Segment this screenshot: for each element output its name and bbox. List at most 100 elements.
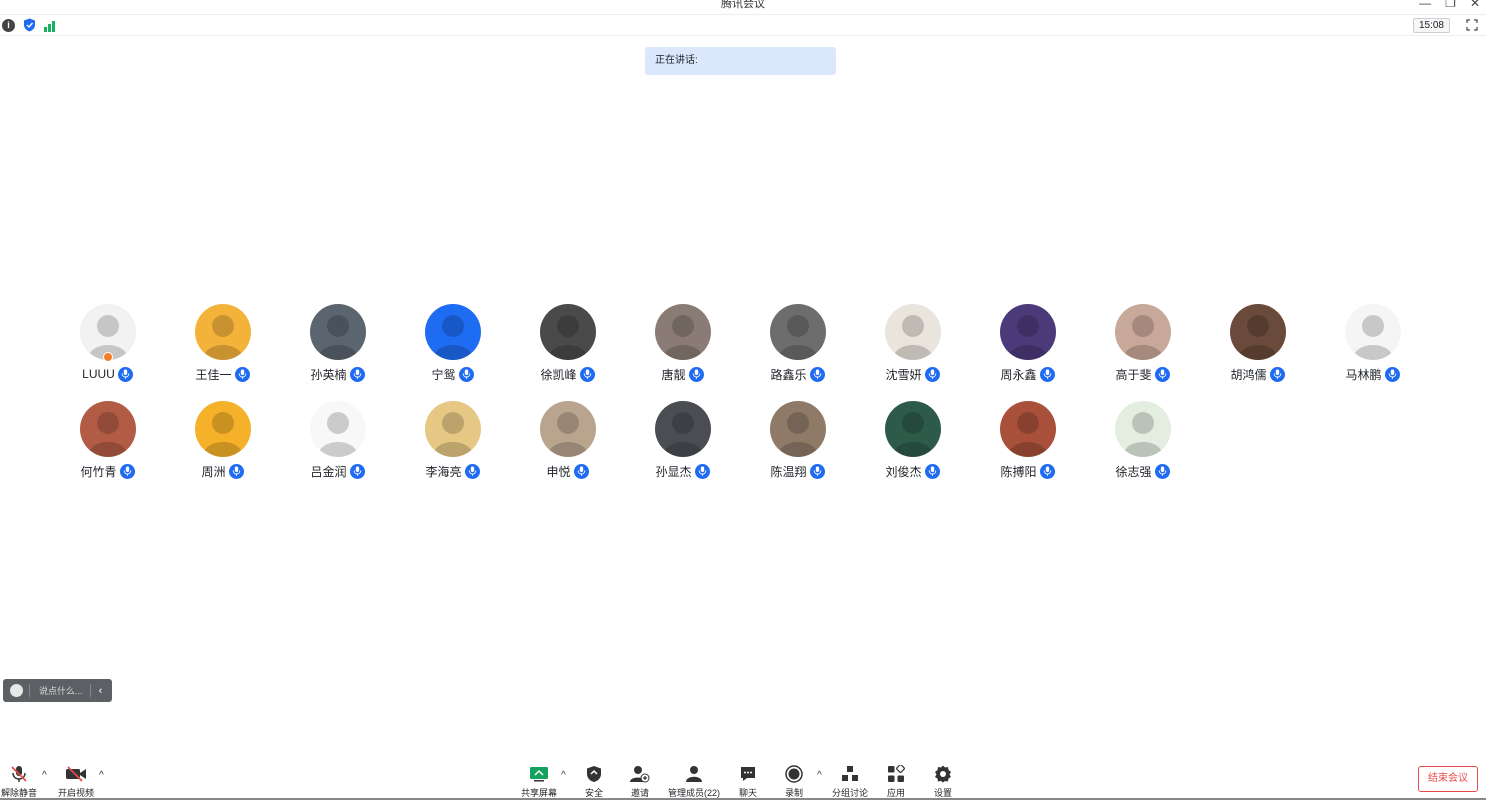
- invite-button[interactable]: 邀请: [625, 764, 655, 799]
- participant-name-row: 刘俊杰: [855, 463, 970, 479]
- participant-name-row: 陈搏阳: [970, 463, 1085, 479]
- chat-quick-input[interactable]: 说点什么... ‹: [3, 679, 112, 702]
- manage-members-button[interactable]: 管理成员(22): [667, 764, 721, 799]
- record-icon: [785, 765, 803, 783]
- participant-tile[interactable]: 申悦: [510, 401, 625, 479]
- close-button[interactable]: ✕: [1470, 0, 1480, 10]
- participant-tile[interactable]: 王佳一: [165, 304, 280, 382]
- restore-button[interactable]: ❐: [1445, 0, 1456, 10]
- mic-status-icon: [228, 463, 244, 479]
- participant-tile[interactable]: 孙显杰: [625, 401, 740, 479]
- participant-name: 王佳一: [195, 367, 232, 382]
- photo-avatar: [884, 401, 941, 457]
- participant-tile[interactable]: LUUU: [50, 304, 165, 382]
- participant-name: 孙显杰: [655, 464, 692, 479]
- cartoon-avatar: [999, 401, 1056, 457]
- security-shield-icon: [587, 766, 601, 782]
- info-icon[interactable]: i: [2, 18, 15, 32]
- participant-tile[interactable]: 周洲: [165, 401, 280, 479]
- photo-avatar: [654, 304, 711, 360]
- participant-tile[interactable]: 陈搏阳: [970, 401, 1085, 479]
- participant-name-row: 陈温翔: [740, 463, 855, 479]
- mic-options-caret[interactable]: ^: [42, 770, 47, 781]
- breakout-rooms-icon: [842, 766, 858, 781]
- minimize-button[interactable]: —: [1419, 0, 1431, 10]
- signal-icon[interactable]: [44, 19, 57, 32]
- participant-name: 高于斐: [1115, 367, 1152, 382]
- participant-tile[interactable]: 马林鹏: [1315, 304, 1430, 382]
- meeting-clock: 15:08: [1412, 18, 1450, 33]
- participant-tile[interactable]: 陈温翔: [740, 401, 855, 479]
- share-screen-button[interactable]: 共享屏幕: [519, 764, 559, 799]
- participant-name-row: 申悦: [510, 463, 625, 479]
- mic-status-icon: [694, 463, 710, 479]
- mic-status-icon: [924, 366, 940, 382]
- meeting-logo-avatar: [424, 304, 481, 360]
- participant-tile[interactable]: 何竹青: [50, 401, 165, 479]
- share-options-caret[interactable]: ^: [561, 770, 566, 781]
- participant-name: 李海亮: [425, 464, 462, 479]
- mic-status-icon: [117, 366, 133, 382]
- collapse-chat-icon[interactable]: ‹: [91, 685, 111, 697]
- mic-status-icon: [809, 463, 825, 479]
- participant-tile[interactable]: 路鑫乐: [740, 304, 855, 382]
- participant-name-row: 高于斐: [1085, 366, 1200, 382]
- fullscreen-icon[interactable]: [1466, 19, 1478, 31]
- participant-row: 何竹青 周洲 吕金润 李海亮 申悦 孙显杰 陈温翔 刘俊杰 陈搏阳 徐志强: [50, 401, 1430, 498]
- participant-name-row: 宁鸳: [395, 366, 510, 382]
- participant-name-row: 徐凯峰: [510, 366, 625, 382]
- participant-name-row: 王佳一: [165, 366, 280, 382]
- participant-tile[interactable]: 孙英楠: [280, 304, 395, 382]
- cartoon-avatar: [194, 401, 251, 457]
- participant-name-row: 马林鹏: [1315, 366, 1430, 382]
- settings-button[interactable]: 设置: [928, 764, 958, 799]
- anime-avatar: [79, 401, 136, 457]
- participant-tile[interactable]: 沈雪妍: [855, 304, 970, 382]
- security-button[interactable]: 安全: [579, 764, 609, 799]
- participant-tile[interactable]: 徐志强: [1085, 401, 1200, 479]
- emoji-icon[interactable]: [10, 684, 23, 697]
- participant-tile[interactable]: 周永鑫: [970, 304, 1085, 382]
- participant-tile[interactable]: 唐靓: [625, 304, 740, 382]
- photo-avatar: [539, 401, 596, 457]
- mic-status-icon: [579, 366, 595, 382]
- participant-name: 刘俊杰: [885, 464, 922, 479]
- participant-tile[interactable]: 刘俊杰: [855, 401, 970, 479]
- participant-name-row: 周洲: [165, 463, 280, 479]
- participant-tile[interactable]: 高于斐: [1085, 304, 1200, 382]
- participant-name: 宁鸳: [431, 367, 456, 382]
- participant-tile[interactable]: 吕金润: [280, 401, 395, 479]
- shield-icon[interactable]: [23, 18, 36, 32]
- apps-button[interactable]: 应用: [881, 764, 911, 799]
- participant-tile[interactable]: 李海亮: [395, 401, 510, 479]
- participant-name-row: 孙显杰: [625, 463, 740, 479]
- participant-name-row: 唐靓: [625, 366, 740, 382]
- unmute-button[interactable]: 解除静音: [0, 764, 38, 799]
- participant-name-row: 徐志强: [1085, 463, 1200, 479]
- participant-tile[interactable]: 胡鸿儒: [1200, 304, 1315, 382]
- invite-user-icon: [630, 766, 650, 783]
- record-options-caret[interactable]: ^: [817, 770, 822, 781]
- mic-status-icon: [924, 463, 940, 479]
- start-video-button[interactable]: 开启视频: [56, 764, 96, 799]
- participant-row: LUUU 王佳一 孙英楠 宁鸳 徐凯峰 唐靓 路鑫乐 沈雪妍 周永鑫 高于斐 胡鸿儒 马林鹏: [50, 304, 1430, 401]
- participant-name: 周洲: [201, 464, 226, 479]
- mic-status-icon: [1154, 366, 1170, 382]
- record-button[interactable]: 录制: [779, 764, 809, 799]
- participant-name: 徐志强: [1115, 464, 1152, 479]
- end-meeting-button[interactable]: 结束会议: [1418, 766, 1478, 792]
- mic-status-icon: [464, 463, 480, 479]
- participant-name-row: 胡鸿儒: [1200, 366, 1315, 382]
- breakout-rooms-button[interactable]: 分组讨论: [830, 764, 870, 799]
- chat-placeholder[interactable]: 说点什么...: [39, 684, 83, 697]
- participant-tile[interactable]: 宁鸳: [395, 304, 510, 382]
- participant-tile[interactable]: 徐凯峰: [510, 304, 625, 382]
- participant-name: 吕金润: [310, 464, 347, 479]
- participant-name: 申悦: [546, 464, 571, 479]
- video-options-caret[interactable]: ^: [99, 770, 104, 781]
- meeting-info-bar: i 15:08: [0, 14, 1486, 36]
- speaking-indicator: 正在讲话:: [645, 47, 836, 75]
- members-icon: [686, 766, 702, 782]
- photo-avatar: [1114, 304, 1171, 360]
- chat-button[interactable]: 聊天: [733, 764, 763, 799]
